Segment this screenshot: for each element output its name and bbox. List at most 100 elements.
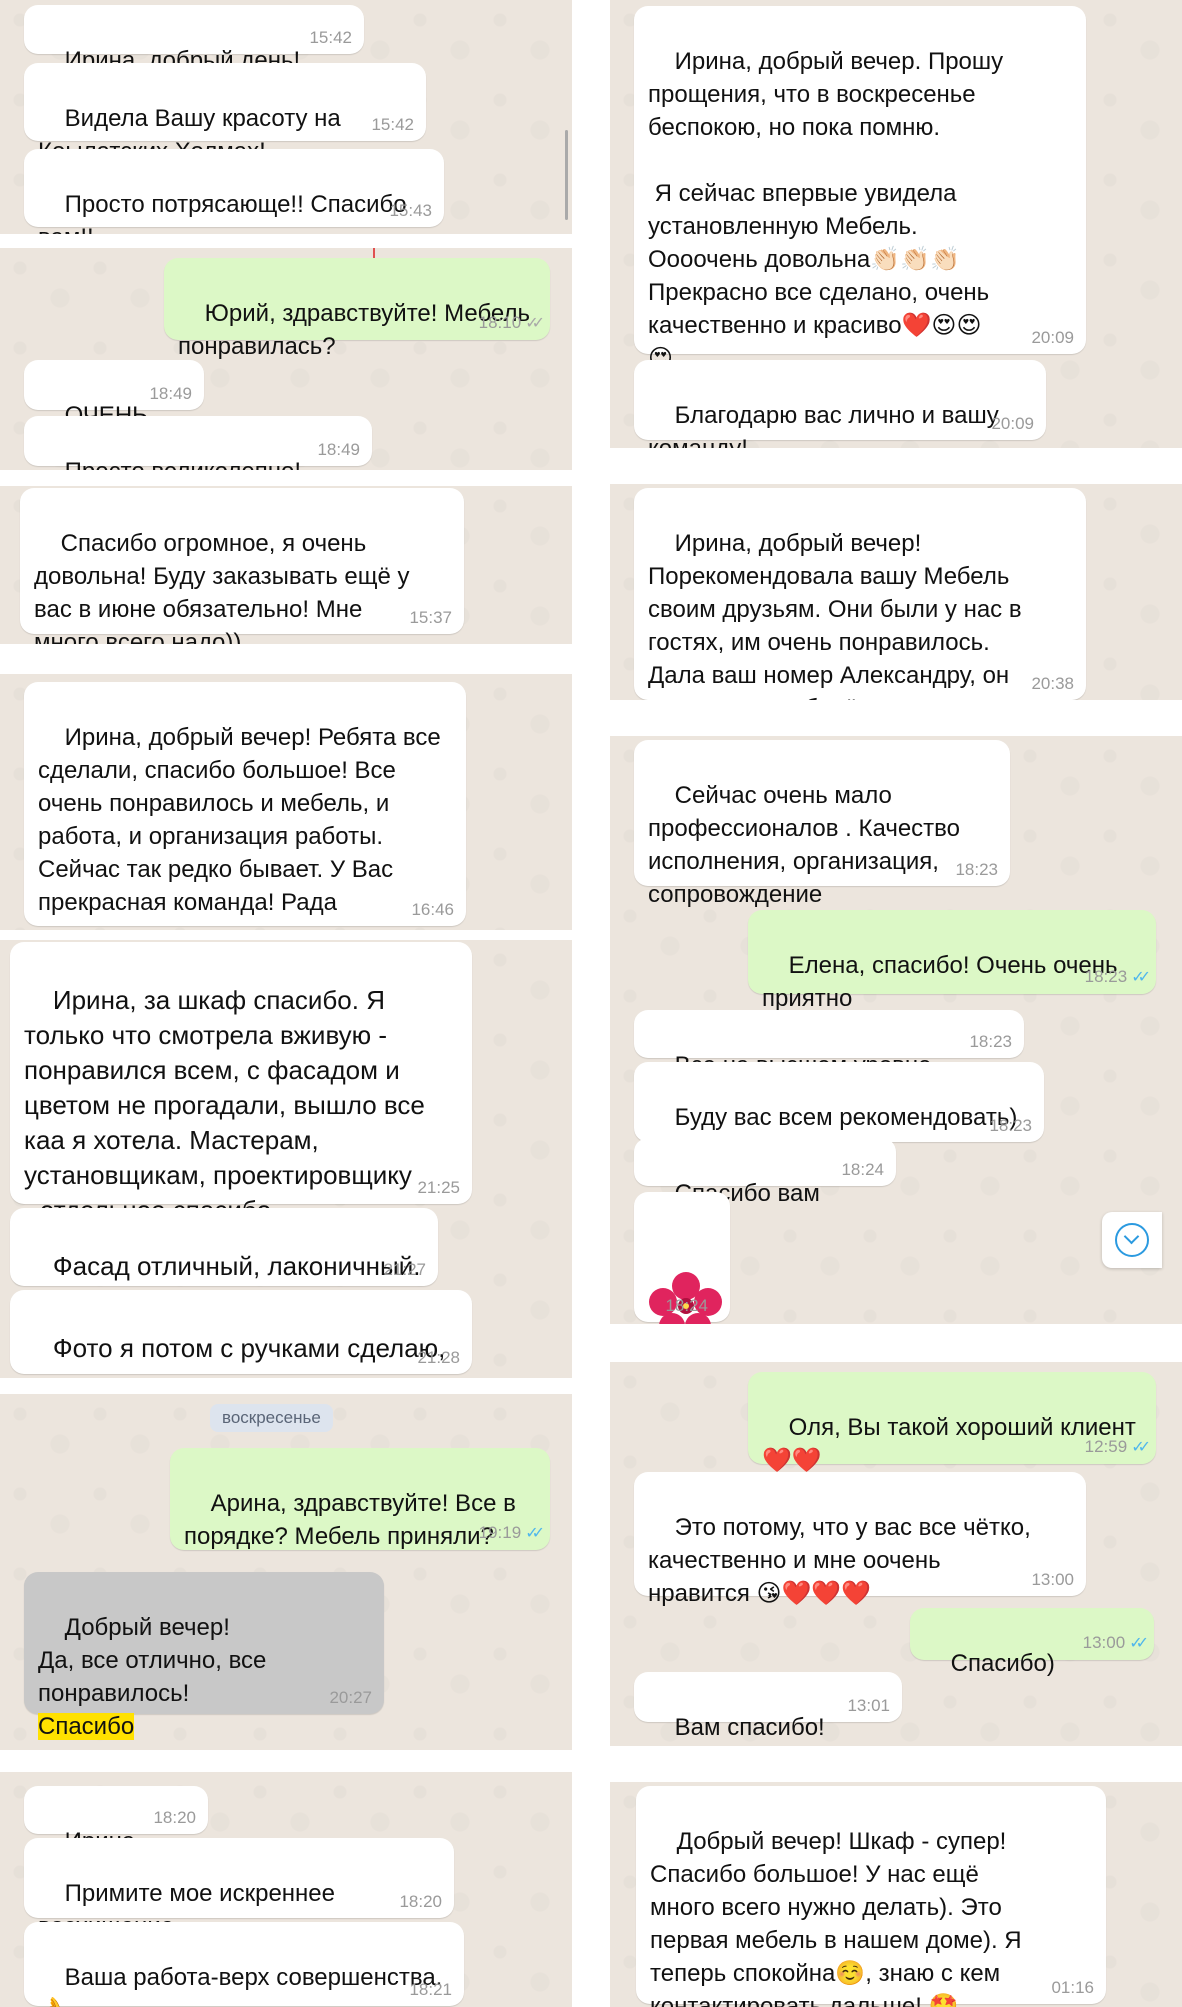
chat-panel-left-1: Ирина, добрый день! 15:42 Видела Вашу кр… xyxy=(0,0,572,234)
message-incoming[interactable]: Видела Вашу красоту на Коылатских Холмах… xyxy=(24,63,426,165)
message-text: Добрый вечер! Шкаф - супер! Спасибо боль… xyxy=(650,1828,1022,2007)
message-time: 18:23 ✓✓ xyxy=(1084,967,1151,986)
message-incoming-selected[interactable]: Добрый вечер! Да, все отлично, все понра… xyxy=(24,1572,384,1740)
message-time: 18:23 xyxy=(955,860,998,879)
message-incoming[interactable]: Просто великолепно! 18:49 xyxy=(24,416,372,470)
message-text: Юрий, здравствуйте! Мебель понравилась? xyxy=(178,300,530,360)
message-incoming[interactable]: Ирина 18:20 xyxy=(24,1786,208,1855)
message-incoming[interactable]: ОЧЕНЬ 18:49 xyxy=(24,360,204,429)
message-text: Ирина, добрый вечер. Прошу прощения, что… xyxy=(648,48,1004,372)
read-ticks-icon: ✓✓ xyxy=(1129,1635,1149,1652)
chat-panel-right-5: Добрый вечер! Шкаф - супер! Спасибо боль… xyxy=(610,1782,1182,2007)
message-time: 18:21 xyxy=(409,1980,452,1999)
chat-panel-right-4: Оля, Вы такой хороший клиент ❤️❤️ 12:59 ✓… xyxy=(610,1362,1182,1746)
message-incoming[interactable]: Ирина, за шкаф спасибо. Я только что смо… xyxy=(10,942,472,1225)
message-incoming[interactable]: Буду вас всем рекомендовать) 18:23 xyxy=(634,1062,1044,1142)
message-time: 01:16 xyxy=(1051,1978,1094,1997)
message-time: 20:09 xyxy=(1031,328,1074,347)
message-time: 12:59 ✓✓ xyxy=(1084,1437,1151,1456)
message-incoming[interactable]: Спасибо огромное, я очень довольна! Буду… xyxy=(20,488,464,644)
message-time: 15:37 xyxy=(409,608,452,627)
message-incoming[interactable]: Вам спасибо! 13:01 xyxy=(634,1672,902,1741)
message-text: Спасибо) xyxy=(950,1650,1055,1677)
message-text: Арина, здравствуйте! Все в порядке? Мебе… xyxy=(184,1490,516,1550)
message-time: 13:00 ✓✓ xyxy=(1082,1633,1149,1652)
chat-panel-right-1: Ирина, добрый вечер. Прошу прощения, что… xyxy=(610,0,1182,448)
message-text: Вам спасибо! xyxy=(674,1714,825,1741)
message-incoming[interactable]: Просто потрясающе!! Спасибо вам!! 15:43 xyxy=(24,149,444,234)
message-incoming[interactable]: Ирина, добрый день! 15:42 xyxy=(24,5,364,74)
scrollbar[interactable] xyxy=(565,130,568,220)
chat-panel-right-2: Ирина, добрый вечер! Порекомендовала ваш… xyxy=(610,484,1182,700)
message-time: 18:23 xyxy=(969,1032,1012,1051)
chat-panel-left-4: Ирина, добрый вечер! Ребята все сделали,… xyxy=(0,674,572,930)
message-time: 16:46 xyxy=(411,900,454,919)
message-incoming[interactable]: Фасад отличный, лаконичный. 21:27 xyxy=(10,1208,438,1286)
chevron-down-icon xyxy=(1115,1223,1149,1257)
message-incoming[interactable]: Это потому, что у вас все чётко, качеств… xyxy=(634,1472,1086,1607)
date-separator: воскресенье xyxy=(210,1404,333,1432)
message-time: 18:49 xyxy=(149,384,192,403)
message-time: 18:10 ✓✓ xyxy=(478,313,545,332)
highlighted-text: Спасибо xyxy=(38,1713,135,1740)
message-text: Ирина, за шкаф спасибо. Я только что смо… xyxy=(24,985,425,1225)
message-incoming[interactable]: Ирина, добрый вечер! Порекомендовала ваш… xyxy=(634,488,1086,700)
message-text: Добрый вечер! Да, все отлично, все понра… xyxy=(38,1614,267,1707)
message-time: 15:42 xyxy=(371,115,414,134)
message-text: Елена, спасибо! Очень очень приятно xyxy=(762,952,1118,1012)
chat-panel-left-7: Ирина 18:20 Примите мое искреннее восхищ… xyxy=(0,1772,572,2007)
message-emoji[interactable]: 18:24 xyxy=(634,1192,730,1324)
message-time: 21:25 xyxy=(417,1178,460,1197)
message-text: Ирина, добрый вечер! Порекомендовала ваш… xyxy=(648,530,1022,700)
message-text: Оля, Вы такой хороший клиент ❤️❤️ xyxy=(762,1414,1136,1474)
message-time: 15:42 xyxy=(309,28,352,47)
chat-panel-left-3: Спасибо огромное, я очень довольна! Буду… xyxy=(0,486,572,644)
message-time: 18:24 xyxy=(841,1160,884,1179)
message-text: Ваша работа-верх совершенства. 👌 xyxy=(38,1964,443,2007)
message-time: 20:09 xyxy=(991,414,1034,433)
message-text: Просто великолепно! xyxy=(65,458,301,470)
message-time: 18:49 xyxy=(317,440,360,459)
message-time: 13:00 xyxy=(1031,1570,1074,1589)
message-time: 18:24 xyxy=(665,1296,708,1315)
message-outgoing[interactable]: Спасибо) 13:00 ✓✓ xyxy=(910,1608,1154,1677)
read-ticks-icon: ✓✓ xyxy=(1131,1439,1151,1456)
message-incoming[interactable]: Добрый вечер! Шкаф - супер! Спасибо боль… xyxy=(636,1786,1106,2007)
message-incoming[interactable]: Спасибо вам 18:24 xyxy=(634,1138,896,1207)
message-time: 18:20 xyxy=(153,1808,196,1827)
message-outgoing[interactable]: Юрий, здравствуйте! Мебель понравилась? … xyxy=(164,258,550,360)
chat-panel-right-3: Сейчас очень мало профессионалов . Качес… xyxy=(610,736,1182,1324)
message-incoming[interactable]: Фото я потом с ручками сделаю, пришлю 21… xyxy=(10,1290,472,1378)
chat-panel-left-5: Ирина, за шкаф спасибо. Я только что смо… xyxy=(0,940,572,1378)
message-incoming[interactable]: Благодарю вас лично и вашу команду! 20:0… xyxy=(634,360,1046,448)
message-incoming[interactable]: Сейчас очень мало профессионалов . Качес… xyxy=(634,740,1010,908)
read-ticks-icon: ✓✓ xyxy=(525,1525,545,1542)
message-time: 19:19 ✓✓ xyxy=(478,1523,545,1542)
message-time: 15:43 xyxy=(389,201,432,220)
message-time: 18:23 xyxy=(989,1116,1032,1135)
read-ticks-icon: ✓✓ xyxy=(525,315,545,332)
message-text: Фото я потом с ручками сделаю, пришлю xyxy=(24,1333,446,1378)
message-time: 13:01 xyxy=(847,1696,890,1715)
message-time: 18:20 xyxy=(399,1892,442,1911)
chat-panel-left-2: Юрий, здравствуйте! Мебель понравилась? … xyxy=(0,248,572,470)
message-incoming[interactable]: Ирина, добрый вечер! Ребята все сделали,… xyxy=(24,682,466,930)
message-outgoing[interactable]: Елена, спасибо! Очень очень приятно 18:2… xyxy=(748,910,1156,1012)
message-text: Сейчас очень мало профессионалов . Качес… xyxy=(648,782,960,908)
message-incoming[interactable]: Все на высшем уровне 18:23 xyxy=(634,1010,1024,1079)
message-text: Фасад отличный, лаконичный. xyxy=(52,1251,421,1281)
read-ticks-icon: ✓✓ xyxy=(1131,969,1151,986)
message-text: Спасибо огромное, я очень довольна! Буду… xyxy=(34,530,410,644)
message-outgoing[interactable]: Арина, здравствуйте! Все в порядке? Мебе… xyxy=(170,1448,550,1550)
message-outgoing[interactable]: Оля, Вы такой хороший клиент ❤️❤️ 12:59 ✓… xyxy=(748,1372,1156,1474)
scroll-to-bottom-button[interactable] xyxy=(1102,1212,1162,1268)
message-time: 20:38 xyxy=(1031,674,1074,693)
message-time: 21:28 xyxy=(417,1348,460,1367)
message-incoming[interactable]: Ваша работа-верх совершенства. 👌 18:21 xyxy=(24,1922,464,2007)
message-text: Это потому, что у вас все чётко, качеств… xyxy=(648,1514,1031,1607)
message-time: 20:27 xyxy=(329,1688,372,1707)
message-time: 21:27 xyxy=(383,1260,426,1279)
message-incoming[interactable]: Ирина, добрый вечер. Прошу прощения, что… xyxy=(634,6,1086,372)
message-text: Ирина, добрый вечер! Ребята все сделали,… xyxy=(38,724,441,930)
message-incoming[interactable]: Примите мое искреннее восхищение 18:20 xyxy=(24,1838,454,1940)
